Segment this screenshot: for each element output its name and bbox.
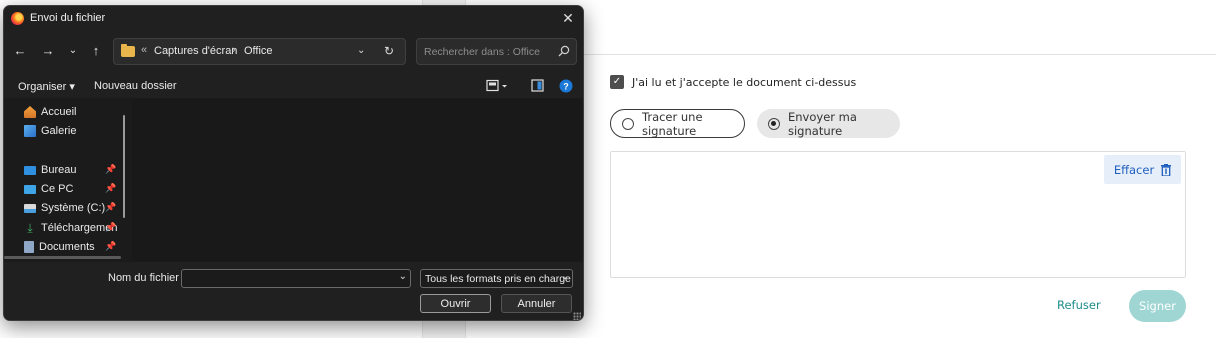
pin-icon[interactable]: 📌 [105, 241, 116, 252]
preview-pane-icon[interactable] [531, 79, 544, 95]
file-list-pane[interactable] [132, 98, 583, 262]
gallery-icon [24, 125, 36, 137]
search-icon[interactable] [558, 45, 570, 60]
close-icon[interactable]: ✕ [560, 10, 576, 26]
check-icon[interactable]: ✓ [610, 75, 624, 89]
dialog-title: Envoi du fichier [30, 12, 106, 24]
radio-unselected-icon [622, 117, 634, 130]
navigation-pane: Accueil Galerie Bureau 📌 Ce PC 📌 Système… [4, 98, 132, 262]
clear-button[interactable]: Effacer [1104, 155, 1181, 184]
chevron-down-icon: ⌄ [560, 271, 569, 282]
breadcrumb-overflow[interactable]: « [141, 44, 147, 56]
breadcrumb-item-office[interactable]: Office [244, 45, 273, 57]
file-upload-dialog: Envoi du fichier ✕ ← → ⌄ ↑ « Captures d'… [3, 5, 584, 321]
option-draw-signature[interactable]: Tracer une signature [610, 109, 745, 138]
sidebar-item-label: Système (C:) [41, 202, 106, 214]
help-icon[interactable]: ? [559, 79, 573, 96]
refuse-button[interactable]: Refuser [1057, 298, 1101, 312]
file-type-value: Tous les formats pris en charge [425, 273, 571, 285]
signature-area[interactable] [610, 151, 1186, 278]
dialog-toolbar: Organiser ▾ Nouveau dossier ? [4, 76, 583, 98]
option-send-label: Envoyer ma signature [788, 109, 857, 138]
sidebar-item-home[interactable]: Accueil [24, 104, 76, 120]
sidebar-item-label: Ce PC [41, 183, 74, 195]
sidebar-item-system-drive[interactable]: Système (C:) [24, 200, 105, 216]
dialog-titlebar: Envoi du fichier ✕ [4, 6, 583, 30]
new-folder-button[interactable]: Nouveau dossier [94, 80, 177, 92]
up-arrow-icon[interactable]: ↑ [87, 42, 105, 60]
documents-icon [24, 241, 34, 253]
firefox-icon [11, 11, 24, 25]
search-box[interactable]: Rechercher dans : Office [416, 38, 577, 65]
folder-icon [121, 44, 135, 57]
trash-icon [1161, 163, 1172, 176]
svg-text:?: ? [563, 82, 569, 92]
desktop-icon [24, 166, 36, 175]
navigation-bar: ← → ⌄ ↑ « Captures d'écran › Office ⌄ ↻ … [4, 35, 583, 69]
refresh-icon[interactable]: ↻ [384, 44, 394, 58]
chevron-right-icon: › [232, 44, 236, 56]
sidebar-item-documents[interactable]: Documents [24, 239, 95, 255]
organize-menu[interactable]: Organiser ▾ [18, 80, 75, 93]
consent-checkbox-row[interactable]: ✓ J'ai lu et j'accepte le document ci-de… [610, 75, 856, 89]
pin-icon[interactable]: 📌 [105, 222, 116, 233]
dialog-footer: Nom du fichier : ⌄ Tous les formats pris… [4, 262, 583, 320]
back-arrow-icon[interactable]: ← [11, 42, 29, 60]
resize-grip-icon[interactable] [573, 312, 581, 320]
sidebar-item-label: Galerie [41, 125, 77, 137]
divider [583, 54, 1216, 55]
sidebar-item-desktop[interactable]: Bureau [24, 162, 76, 178]
forward-arrow-icon[interactable]: → [39, 42, 57, 60]
view-mode-icon[interactable] [486, 79, 508, 96]
chevron-down-icon[interactable]: ⌄ [357, 45, 365, 56]
filename-input[interactable]: ⌄ [181, 269, 411, 288]
file-type-select[interactable]: Tous les formats pris en charge ⌄ [420, 269, 573, 288]
history-dropdown-icon[interactable]: ⌄ [64, 42, 82, 60]
download-icon: ⤓ [27, 221, 33, 235]
sidebar-item-label: Documents [39, 241, 95, 253]
sidebar-item-this-pc[interactable]: Ce PC [24, 181, 73, 197]
sidebar-item-gallery[interactable]: Galerie [24, 123, 76, 139]
horizontal-scrollbar[interactable] [4, 256, 121, 259]
chevron-down-icon[interactable]: ⌄ [399, 271, 407, 282]
pin-icon[interactable]: 📌 [105, 202, 116, 213]
sidebar-item-downloads[interactable]: ⤓ Téléchargemen [24, 220, 117, 236]
radio-selected-icon [768, 117, 780, 130]
breadcrumb-item-screenshots[interactable]: Captures d'écran [154, 45, 237, 57]
open-button[interactable]: Ouvrir [420, 294, 491, 313]
home-icon [24, 106, 36, 118]
organize-label: Organiser [18, 81, 67, 93]
option-send-signature[interactable]: Envoyer ma signature [757, 109, 900, 138]
drive-icon [24, 204, 36, 213]
pin-icon[interactable]: 📌 [105, 183, 116, 194]
cancel-button[interactable]: Annuler [501, 294, 572, 313]
address-bar[interactable]: « Captures d'écran › Office ⌄ ↻ [113, 38, 406, 65]
sidebar-scrollbar[interactable] [123, 115, 125, 218]
search-placeholder: Rechercher dans : Office [424, 46, 540, 58]
pin-icon[interactable]: 📌 [105, 164, 116, 175]
sidebar-item-label: Bureau [41, 164, 77, 176]
sign-button[interactable]: Signer [1129, 290, 1186, 322]
computer-icon [24, 185, 36, 194]
option-draw-label: Tracer une signature [642, 109, 703, 138]
consent-label: J'ai lu et j'accepte le document ci-dess… [632, 75, 857, 89]
sidebar-item-label: Accueil [41, 106, 77, 118]
filename-label: Nom du fichier : [108, 272, 186, 284]
clear-label: Effacer [1113, 162, 1155, 177]
